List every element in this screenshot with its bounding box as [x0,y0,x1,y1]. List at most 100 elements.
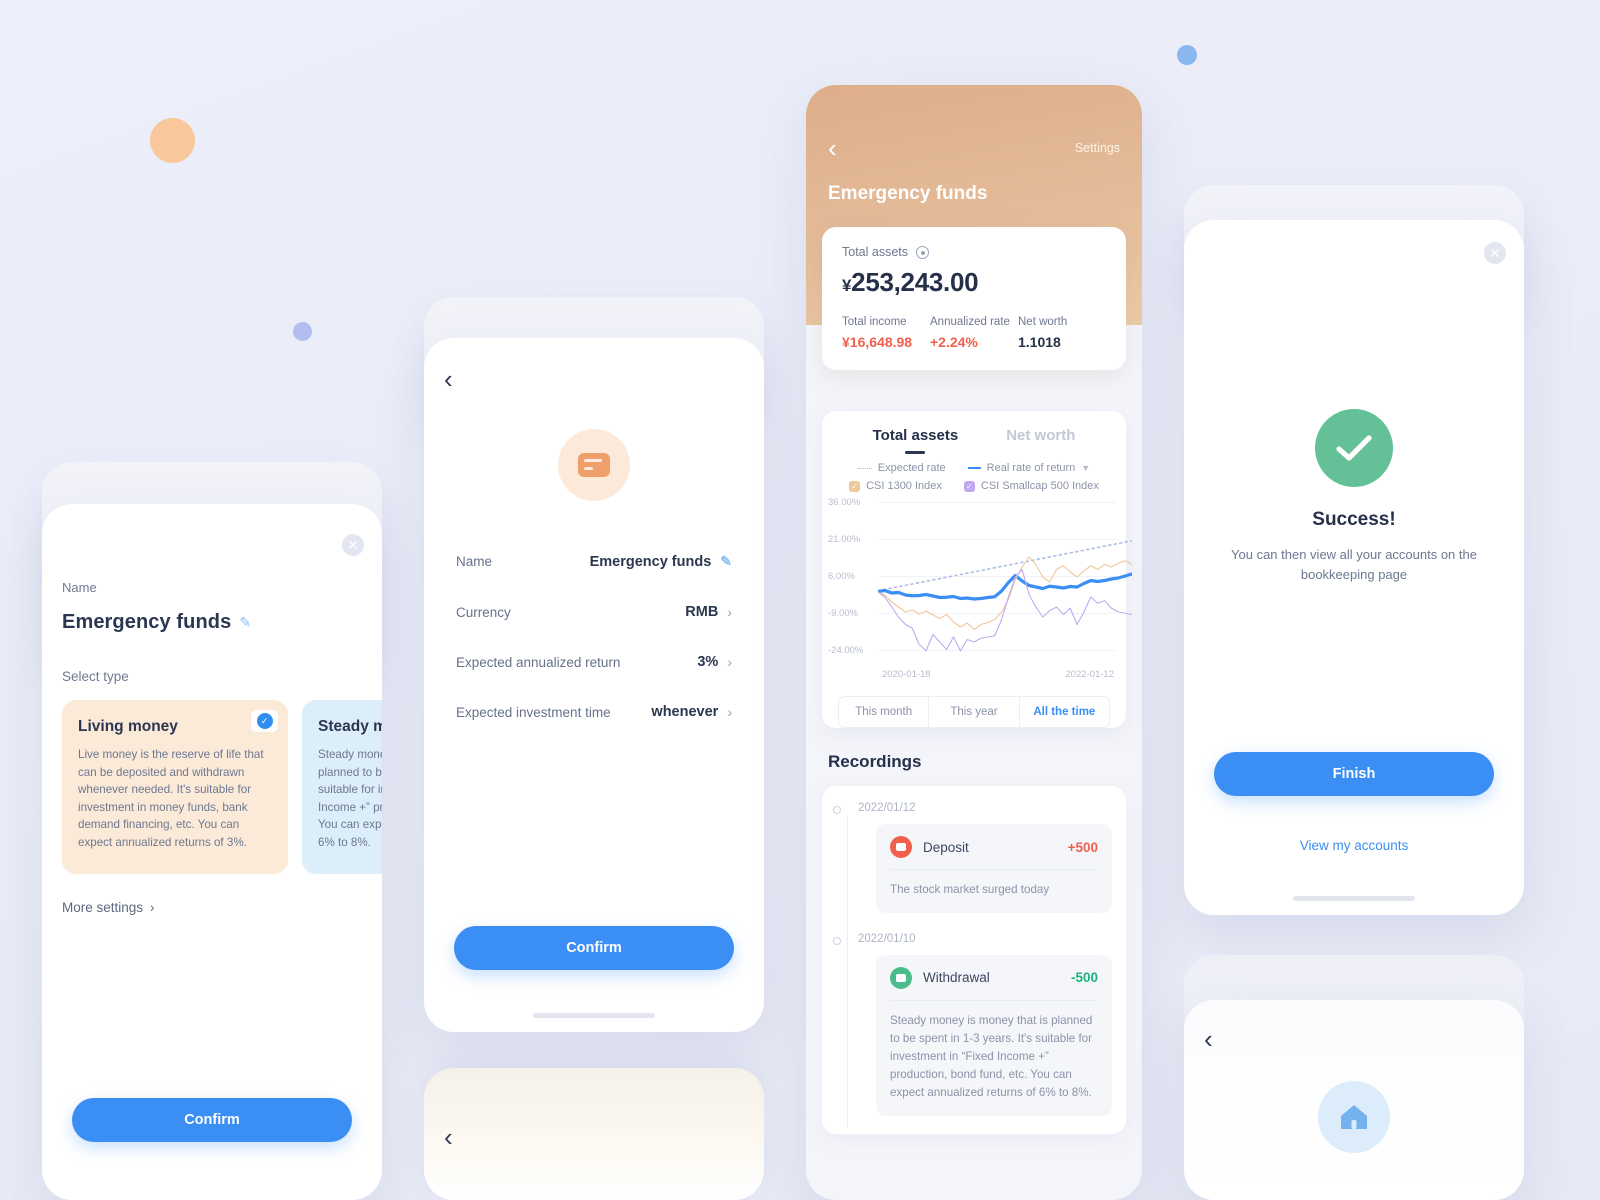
field-key: Currency [456,604,511,620]
field-row-expected-return[interactable]: Expected annualized return 3% › [424,654,764,670]
recording-header: Deposit +500 [890,836,1098,870]
x-axis-start-label: 2020-01-18 [882,669,931,680]
recording-group: 2022/01/12 Deposit +500 The stock market… [833,802,1112,913]
stat-net-worth: Net worth 1.1018 [1018,316,1106,350]
success-check-circle [1315,409,1393,487]
more-settings-link[interactable]: More settings › [62,900,362,915]
success-subtitle: You can then view all your accounts on t… [1231,547,1477,583]
view-my-accounts-link[interactable]: View my accounts [1184,838,1524,853]
screen-home-partial: ‹ [1184,1000,1524,1200]
amount-value: 253,243.00 [851,267,979,297]
check-icon [1336,435,1372,461]
total-assets-label-row: Total assets [842,245,1106,259]
chart-legend: Expected rate Real rate of return ▼ ✓ CS… [822,462,1126,492]
screen-fund-overview: ‹ Settings Emergency funds Total assets … [806,85,1142,1200]
legend-csi-smallcap-500[interactable]: ✓ CSI Smallcap 500 Index [963,480,1099,492]
type-card-steady-money[interactable]: Steady money Steady money is money that … [302,700,382,874]
field-value-wrap: whenever › [651,704,732,720]
recording-item[interactable]: Withdrawal -500 Steady money is money th… [876,954,1112,1116]
field-row-name[interactable]: Name Emergency funds ✎ [424,553,764,570]
field-row-currency[interactable]: Currency RMB › [424,604,764,620]
recording-item[interactable]: Deposit +500 The stock market surged tod… [876,824,1112,913]
tab-total-assets[interactable]: Total assets [873,427,959,454]
field-value-wrap: Emergency funds ✎ [590,553,732,570]
total-assets-amount: ¥253,243.00 [842,267,1106,298]
recording-type: Withdrawal [923,970,990,986]
timeline-dot [833,806,841,814]
recordings-title: Recordings [828,752,922,771]
field-value-wrap: RMB › [685,604,732,620]
stat-label: Total income [842,316,907,328]
field-value: whenever [651,704,719,720]
recording-group: 2022/01/10 Withdrawal -500 Steady money … [833,932,1112,1116]
overview-topbar: ‹ Settings [828,135,1120,161]
account-name-value: Emergency funds [62,611,232,633]
stat-annualized-rate: Annualized rate +2.24% [930,316,1018,350]
settings-link[interactable]: Settings [1075,141,1120,155]
legend-expected-rate[interactable]: Expected rate [857,462,946,474]
recording-note: The stock market surged today [890,883,1050,896]
screen-account-details: ‹ Name Emergency funds ✎ Currency RMB › [424,338,764,1032]
close-icon[interactable]: ✕ [1484,242,1506,264]
checkbox-icon[interactable]: ✓ [963,480,975,492]
finish-button[interactable]: Finish [1214,752,1494,796]
screen-next-partial: ‹ [424,1068,764,1200]
legend-label: Expected rate [877,462,946,474]
legend-csi-1300[interactable]: ✓ CSI 1300 Index [849,480,942,492]
home-icon-wrapper [1318,1081,1390,1153]
pencil-icon[interactable]: ✎ [720,553,732,570]
legend-row-2: ✓ CSI 1300 Index ✓ CSI Smallcap 500 Inde… [838,480,1110,492]
screen-success: ✕ Success! You can then view all your ac… [1184,220,1524,915]
recording-left: Deposit [890,836,969,858]
legend-real-rate[interactable]: Real rate of return ▼ [967,462,1090,474]
eye-icon[interactable] [916,245,930,259]
solid-line-icon [967,467,981,469]
overview-header: ‹ Settings Emergency funds Total assets … [806,85,1142,370]
decorative-circle-purple [293,322,312,341]
chevron-right-icon: › [150,899,155,915]
decorative-circle-orange [150,118,195,163]
range-tab-this-month[interactable]: This month [839,697,930,727]
type-title: Living money [78,718,178,735]
y-tick-label: -9.00% [828,608,859,619]
chart-lines [878,539,1132,652]
recording-amount: +500 [1067,839,1098,855]
stat-value: +2.24% [930,334,978,350]
field-key: Name [456,554,493,569]
recording-note: Steady money is money that is planned to… [890,1013,1093,1099]
type-description: Live money is the reserve of life that c… [78,748,264,850]
confirm-button[interactable]: Confirm [72,1098,352,1142]
account-name-row[interactable]: Emergency funds ✎ [62,611,362,634]
stat-label: Annualized rate [930,316,1010,328]
recording-header: Withdrawal -500 [890,966,1098,1001]
card-icon-wrapper [558,429,630,501]
recording-date: 2022/01/10 [858,932,916,945]
legend-label: CSI 1300 Index [866,480,942,492]
home-indicator [533,1013,655,1018]
home-indicator [1293,896,1415,901]
field-row-investment-time[interactable]: Expected investment time whenever › [424,704,764,720]
chart-plot-area: 36.00% 21.00% 6.00% -9.00% -24.00% [822,497,1132,662]
chevron-down-icon[interactable]: ▼ [1081,463,1090,473]
field-value: 3% [697,654,719,670]
tab-net-worth[interactable]: Net worth [1006,427,1075,454]
pencil-icon[interactable]: ✎ [239,614,251,631]
confirm-button[interactable]: Confirm [454,926,734,970]
chevron-left-icon[interactable]: ‹ [828,135,837,161]
stats-row: Total income ¥16,648.98 Annualized rate … [842,316,1106,350]
range-tab-all-time[interactable]: All the time [1020,697,1109,727]
deposit-icon [890,836,912,858]
success-title: Success! [1312,509,1396,530]
chevron-left-icon[interactable]: ‹ [444,1122,453,1152]
chevron-left-icon[interactable]: ‹ [444,364,453,394]
recording-left: Withdrawal [890,966,990,989]
chevron-left-icon[interactable]: ‹ [1204,1024,1213,1054]
range-tab-this-year[interactable]: This year [929,697,1020,727]
dotted-line-icon [857,467,872,469]
recording-date: 2022/01/12 [858,802,916,814]
close-icon[interactable]: ✕ [342,534,364,556]
type-card-living-money[interactable]: ✓ Living money Live money is the reserve… [62,700,288,874]
chart-tabs: Total assets Net worth [822,427,1126,454]
stat-value: ¥16,648.98 [842,334,913,350]
checkbox-icon[interactable]: ✓ [849,480,861,492]
